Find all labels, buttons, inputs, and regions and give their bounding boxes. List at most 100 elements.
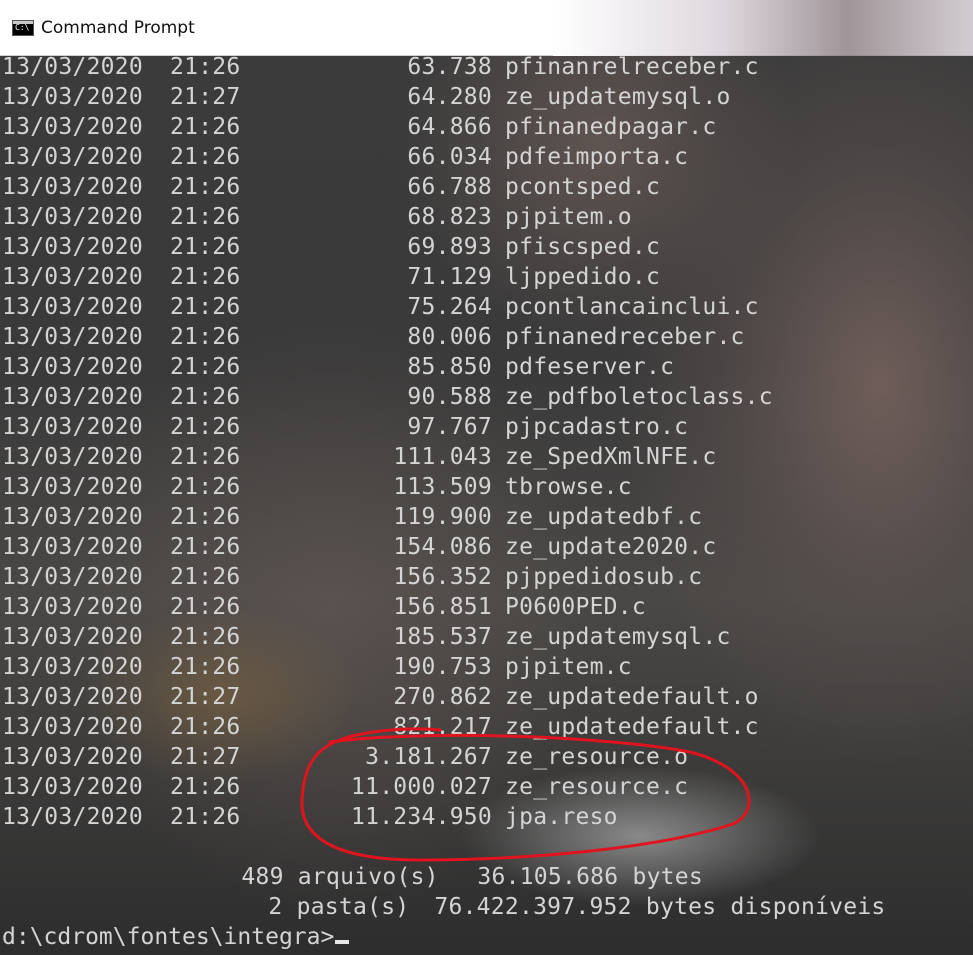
title-bar[interactable]: C:\ Command Prompt [0, 0, 973, 56]
listing-row: 13/03/2020 21:26 75.264 pcontlancainclui.c [2, 292, 962, 322]
listing-row: 13/03/2020 21:26 64.866 pfinanedpagar.c [2, 112, 962, 142]
row-size: 90.588 [407, 384, 492, 410]
listing-row: 13/03/2020 21:26 154.086 ze_update2020.c [2, 532, 962, 562]
row-date: 13/03/2020 [2, 594, 143, 620]
row-filename: pcontlancainclui.c [505, 294, 759, 320]
row-size: 71.129 [407, 264, 492, 290]
listing-row: 13/03/2020 21:26 156.851 P0600PED.c [2, 592, 962, 622]
row-size: 11.000.027 [351, 774, 492, 800]
row-filename: ze_updatedefault.c [505, 714, 759, 740]
row-time: 21:26 [170, 54, 241, 80]
row-filename: ze_resource.o [505, 744, 689, 770]
row-size: 119.900 [393, 504, 492, 530]
row-size: 156.352 [393, 564, 492, 590]
listing-row: 13/03/2020 21:26 69.893 pfiscsped.c [2, 232, 962, 262]
row-filename: pdfeimporta.c [505, 144, 689, 170]
row-time: 21:26 [170, 594, 241, 620]
console-app-icon-text: C:\ [15, 23, 30, 32]
listing-row: 13/03/2020 21:26 11.234.950 jpa.reso [2, 802, 962, 832]
row-size: 85.850 [407, 354, 492, 380]
row-date: 13/03/2020 [2, 744, 143, 770]
row-filename: pjppedidosub.c [505, 564, 703, 590]
listing-row: 13/03/2020 21:26 11.000.027 ze_resource.c [2, 772, 962, 802]
listing-row: 13/03/2020 21:26 85.850 pdfeserver.c [2, 352, 962, 382]
listing-row: 13/03/2020 21:27 3.181.267 ze_resource.o [2, 742, 962, 772]
command-prompt-window: C:\ Command Prompt 13/03/2020 21:26 63.738… [0, 0, 973, 955]
summary-files-size-line: 36.105.686 bytes [421, 832, 703, 890]
row-date: 13/03/2020 [2, 54, 143, 80]
row-time: 21:26 [170, 474, 241, 500]
row-filename: tbrowse.c [505, 474, 632, 500]
row-time: 21:26 [170, 774, 241, 800]
row-filename: pdfeserver.c [505, 354, 675, 380]
row-size: 11.234.950 [351, 804, 492, 830]
row-date: 13/03/2020 [2, 504, 143, 530]
row-size: 190.753 [393, 654, 492, 680]
listing-row: 13/03/2020 21:26 119.900 ze_updatedbf.c [2, 502, 962, 532]
row-time: 21:27 [170, 744, 241, 770]
summary-files-line: 489 arquivo(s) [185, 832, 439, 890]
row-size: 97.767 [407, 414, 492, 440]
row-filename: pjpitem.o [505, 204, 632, 230]
console-app-icon[interactable]: C:\ [12, 20, 34, 36]
summary-free-line: 76.422.397.952 bytes disponíveis [378, 862, 886, 920]
row-size: 69.893 [407, 234, 492, 260]
row-filename: ze_SpedXmlNFE.c [505, 444, 717, 470]
row-date: 13/03/2020 [2, 654, 143, 680]
row-date: 13/03/2020 [2, 234, 143, 260]
row-time: 21:26 [170, 354, 241, 380]
listing-row: 13/03/2020 21:26 80.006 pfinanedreceber.c [2, 322, 962, 352]
prompt-path: d:\cdrom\fontes\integra> [2, 924, 335, 950]
row-size: 111.043 [393, 444, 492, 470]
row-size: 3.181.267 [365, 744, 492, 770]
row-filename: jpa.reso [505, 804, 618, 830]
row-date: 13/03/2020 [2, 804, 143, 830]
row-size: 270.862 [393, 684, 492, 710]
listing-row: 13/03/2020 21:26 66.034 pdfeimporta.c [2, 142, 962, 172]
title-bar-backdrop [553, 0, 973, 56]
row-size: 66.034 [407, 144, 492, 170]
row-filename: ze_updatedbf.c [505, 504, 703, 530]
listing-row: 13/03/2020 21:26 111.043 ze_SpedXmlNFE.c [2, 442, 962, 472]
listing-row: 13/03/2020 21:26 66.788 pcontsped.c [2, 172, 962, 202]
listing-row: 13/03/2020 21:26 185.537 ze_updatemysql.c [2, 622, 962, 652]
row-time: 21:26 [170, 294, 241, 320]
row-date: 13/03/2020 [2, 474, 143, 500]
row-size: 154.086 [393, 534, 492, 560]
row-filename: P0600PED.c [505, 594, 646, 620]
row-filename: pfinanrelreceber.c [505, 54, 759, 80]
row-time: 21:26 [170, 654, 241, 680]
row-date: 13/03/2020 [2, 294, 143, 320]
summary-free-unit: bytes disponíveis [645, 894, 886, 920]
row-size: 80.006 [407, 324, 492, 350]
row-date: 13/03/2020 [2, 444, 143, 470]
row-filename: ze_update2020.c [505, 534, 717, 560]
row-filename: ze_updatemysql.c [505, 624, 731, 650]
row-filename: ze_resource.c [505, 774, 689, 800]
row-filename: pfinanedpagar.c [505, 114, 717, 140]
listing-row: 13/03/2020 21:26 63.738 pfinanrelreceber.c [2, 52, 962, 82]
row-date: 13/03/2020 [2, 84, 143, 110]
row-time: 21:26 [170, 444, 241, 470]
listing-row: 13/03/2020 21:26 71.129 ljppedido.c [2, 262, 962, 292]
row-date: 13/03/2020 [2, 324, 143, 350]
row-filename: pcontsped.c [505, 174, 661, 200]
row-size: 75.264 [407, 294, 492, 320]
row-date: 13/03/2020 [2, 414, 143, 440]
row-date: 13/03/2020 [2, 114, 143, 140]
summary-free-bytes: 76.422.397.952 [434, 894, 632, 920]
row-time: 21:26 [170, 204, 241, 230]
row-time: 21:27 [170, 684, 241, 710]
row-time: 21:26 [170, 804, 241, 830]
row-time: 21:26 [170, 534, 241, 560]
row-filename: ze_updatedefault.o [505, 684, 759, 710]
command-prompt-line[interactable]: d:\cdrom\fontes\integra> [2, 922, 350, 952]
row-time: 21:26 [170, 264, 241, 290]
listing-row: 13/03/2020 21:27 270.862 ze_updatedefault.o [2, 682, 962, 712]
row-time: 21:26 [170, 384, 241, 410]
row-time: 21:26 [170, 414, 241, 440]
row-time: 21:27 [170, 84, 241, 110]
row-date: 13/03/2020 [2, 624, 143, 650]
row-date: 13/03/2020 [2, 204, 143, 230]
row-size: 821.217 [393, 714, 492, 740]
